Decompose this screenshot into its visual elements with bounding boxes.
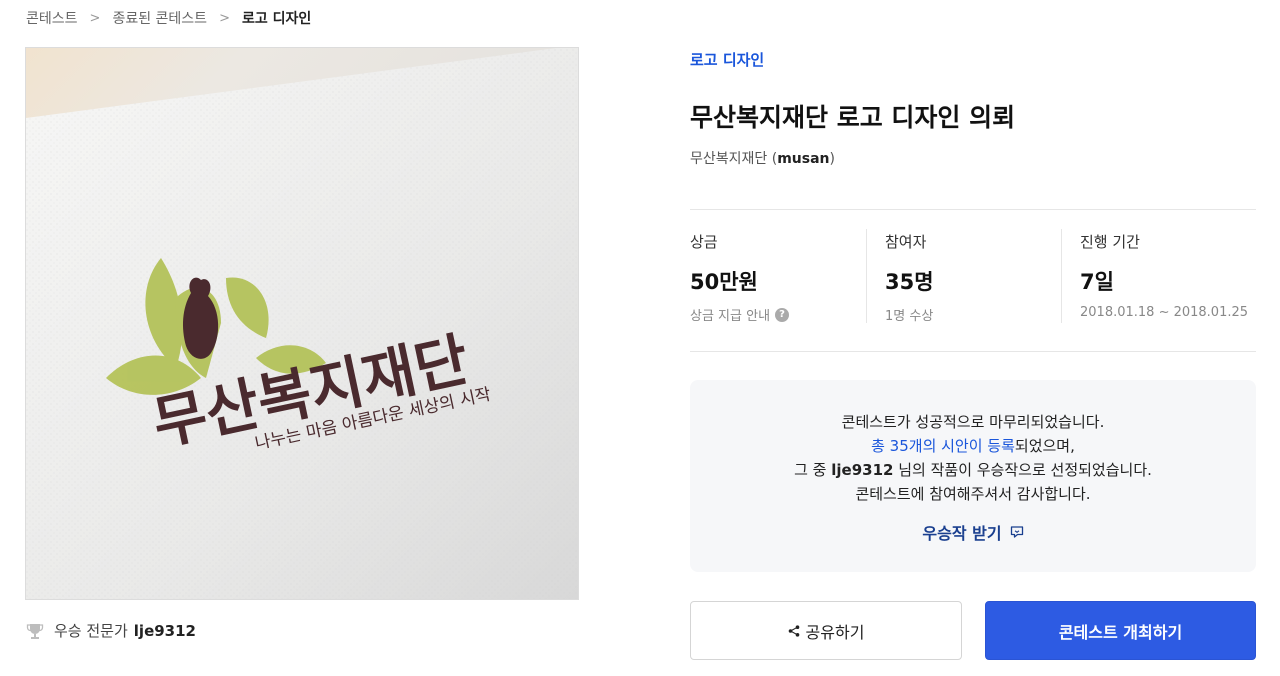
notice-text: 그 중 xyxy=(794,461,832,479)
divider xyxy=(690,209,1256,210)
winner-info: 우승 전문가 lje9312 xyxy=(26,620,196,641)
submission-count-link[interactable]: 총 35개의 시안이 등록 xyxy=(871,437,1015,455)
notice-line: 그 중 lje9312 님의 작품이 우승작으로 선정되었습니다. xyxy=(690,458,1256,482)
contest-category[interactable]: 로고 디자인 xyxy=(690,49,764,70)
help-icon[interactable]: ? xyxy=(775,307,790,322)
chevron-right-icon: > xyxy=(89,10,101,26)
prize-payment-guide[interactable]: 상금 지급 안내 ? xyxy=(690,305,866,324)
notice-line: 콘테스트에 참여해주셔서 감사합니다. xyxy=(855,485,1091,503)
stat-label: 참여자 xyxy=(885,233,927,251)
notice-text: 되었으며, xyxy=(1014,437,1075,455)
host-id: musan xyxy=(777,151,830,167)
winner-label: 우승 전문가 xyxy=(54,622,128,640)
logo-mockup-illustration: 무산복지재단 나누는 마음 아름다운 세상의 시작 xyxy=(26,48,578,599)
stat-value: 35명 xyxy=(885,270,934,294)
stat-value: 7일 xyxy=(1080,270,1114,294)
stat-prize: 상금 50만원 상금 지급 안내 ? xyxy=(690,229,866,324)
get-winning-design-button[interactable]: 우승작 받기 xyxy=(922,520,1023,544)
share-button[interactable]: 공유하기 xyxy=(690,601,962,660)
stat-sub: 1명 수상 xyxy=(885,309,934,324)
stat-sub: 2018.01.18 ~ 2018.01.25 xyxy=(1080,305,1249,320)
stat-participants: 참여자 35명 1명 수상 xyxy=(866,229,1061,324)
contest-result-notice: 콘테스트가 성공적으로 마무리되었습니다. 총 35개의 시안이 등록되었으며,… xyxy=(690,380,1256,572)
breadcrumb-item-ended[interactable]: 종료된 콘테스트 xyxy=(112,8,207,28)
breadcrumb-current: 로고 디자인 xyxy=(241,11,312,27)
message-icon xyxy=(1010,526,1023,538)
stat-label: 진행 기간 xyxy=(1080,233,1140,251)
winner-name-inline: lje9312 xyxy=(831,461,894,479)
winning-design-image[interactable]: 무산복지재단 나누는 마음 아름다운 세상의 시작 xyxy=(25,47,579,600)
stat-sub: 상금 지급 안내 xyxy=(690,309,771,324)
notice-line: 총 35개의 시안이 등록되었으며, xyxy=(690,434,1256,458)
host-contest-button[interactable]: 콘테스트 개최하기 xyxy=(985,601,1256,660)
contest-host: 무산복지재단 (musan) xyxy=(690,151,835,167)
cta-label: 우승작 받기 xyxy=(922,524,1002,543)
stat-label: 상금 xyxy=(690,233,718,251)
breadcrumb-item-contest[interactable]: 콘테스트 xyxy=(26,8,78,28)
contest-stats: 상금 50만원 상금 지급 안내 ? 참여자 35명 1명 수상 진행 기간 7… xyxy=(690,229,1256,324)
share-icon xyxy=(788,624,799,637)
winner-name[interactable]: lje9312 xyxy=(134,622,196,640)
contest-title: 무산복지재단 로고 디자인 의뢰 xyxy=(690,103,1016,132)
trophy-icon xyxy=(26,623,44,639)
share-label: 공유하기 xyxy=(805,622,865,642)
divider xyxy=(690,351,1256,352)
breadcrumb: 콘테스트 > 종료된 콘테스트 > 로고 디자인 xyxy=(26,8,311,28)
stat-value: 50만원 xyxy=(690,270,758,294)
notice-text: 님의 작품이 우승작으로 선정되었습니다. xyxy=(893,461,1152,479)
host-name: 무산복지재단 xyxy=(690,151,768,167)
stat-duration: 진행 기간 7일 2018.01.18 ~ 2018.01.25 xyxy=(1061,229,1256,323)
chevron-right-icon: > xyxy=(219,10,230,26)
notice-line: 콘테스트가 성공적으로 마무리되었습니다. xyxy=(841,413,1105,431)
